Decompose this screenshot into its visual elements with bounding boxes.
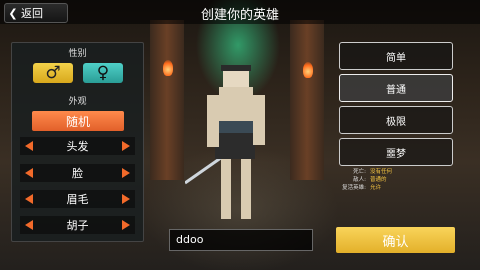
difficulty-panel: 简单 普通 极限 噩梦 bbox=[332, 38, 462, 224]
option-row-face: 脸 bbox=[20, 164, 135, 182]
female-icon: ♀ bbox=[96, 63, 110, 83]
page-title: 创建你的英雄 bbox=[200, 8, 279, 23]
info-value: 普通的 bbox=[370, 177, 387, 183]
arrow-right-icon[interactable] bbox=[122, 141, 130, 151]
option-label: 头发 bbox=[66, 140, 89, 153]
male-icon: ♂ bbox=[45, 63, 61, 83]
info-label: 复活英雄: bbox=[342, 185, 366, 191]
male-button[interactable]: ♂ bbox=[33, 63, 73, 83]
difficulty-normal-button[interactable]: 普通 bbox=[339, 74, 453, 102]
top-bar: ❮ 返回 创建你的英雄 bbox=[0, 0, 480, 24]
option-row-eyebrows: 眉毛 bbox=[20, 190, 135, 208]
difficulty-info: 死亡: 没有任何 敌人: 普通的 复活英雄: 允许 bbox=[336, 168, 446, 192]
info-label: 死亡: bbox=[353, 169, 366, 175]
info-row: 敌人: 普通的 bbox=[336, 176, 446, 184]
gender-heading: 性别 bbox=[68, 49, 87, 59]
arrow-right-icon[interactable] bbox=[122, 220, 130, 230]
appearance-heading: 外观 bbox=[68, 97, 87, 107]
temple-pillar bbox=[150, 20, 184, 180]
difficulty-nightmare-button[interactable]: 噩梦 bbox=[339, 138, 453, 166]
hero-character bbox=[185, 65, 265, 219]
option-label: 眉毛 bbox=[66, 193, 89, 206]
appearance-panel: 性别 ♂ ♀ 外观 随机 头发 脸 眉毛 胡子 bbox=[11, 42, 144, 242]
temple-pillar bbox=[290, 20, 324, 180]
info-value: 没有任何 bbox=[370, 169, 393, 175]
arrow-left-icon[interactable] bbox=[25, 141, 33, 151]
difficulty-extreme-button[interactable]: 极限 bbox=[339, 106, 453, 134]
info-label: 敌人: bbox=[353, 177, 366, 183]
confirm-button[interactable]: 确认 bbox=[336, 227, 455, 253]
option-label: 脸 bbox=[72, 167, 83, 180]
hero-name-input[interactable]: ddoo bbox=[169, 229, 313, 251]
option-row-hair: 头发 bbox=[20, 137, 135, 155]
info-row: 死亡: 没有任何 bbox=[336, 168, 446, 176]
arrow-left-icon[interactable] bbox=[25, 220, 33, 230]
arrow-left-icon[interactable] bbox=[25, 194, 33, 204]
option-row-beard: 胡子 bbox=[20, 216, 135, 234]
female-button[interactable]: ♀ bbox=[83, 63, 123, 83]
arrow-right-icon[interactable] bbox=[122, 194, 130, 204]
option-label: 胡子 bbox=[66, 219, 89, 232]
info-row: 复活英雄: 允许 bbox=[336, 184, 446, 192]
info-value: 允许 bbox=[370, 185, 382, 191]
random-button[interactable]: 随机 bbox=[32, 111, 124, 131]
torch-flame bbox=[163, 60, 173, 76]
torch-flame bbox=[303, 62, 313, 78]
difficulty-easy-button[interactable]: 简单 bbox=[339, 42, 453, 70]
arrow-right-icon[interactable] bbox=[122, 168, 130, 178]
arrow-left-icon[interactable] bbox=[25, 168, 33, 178]
